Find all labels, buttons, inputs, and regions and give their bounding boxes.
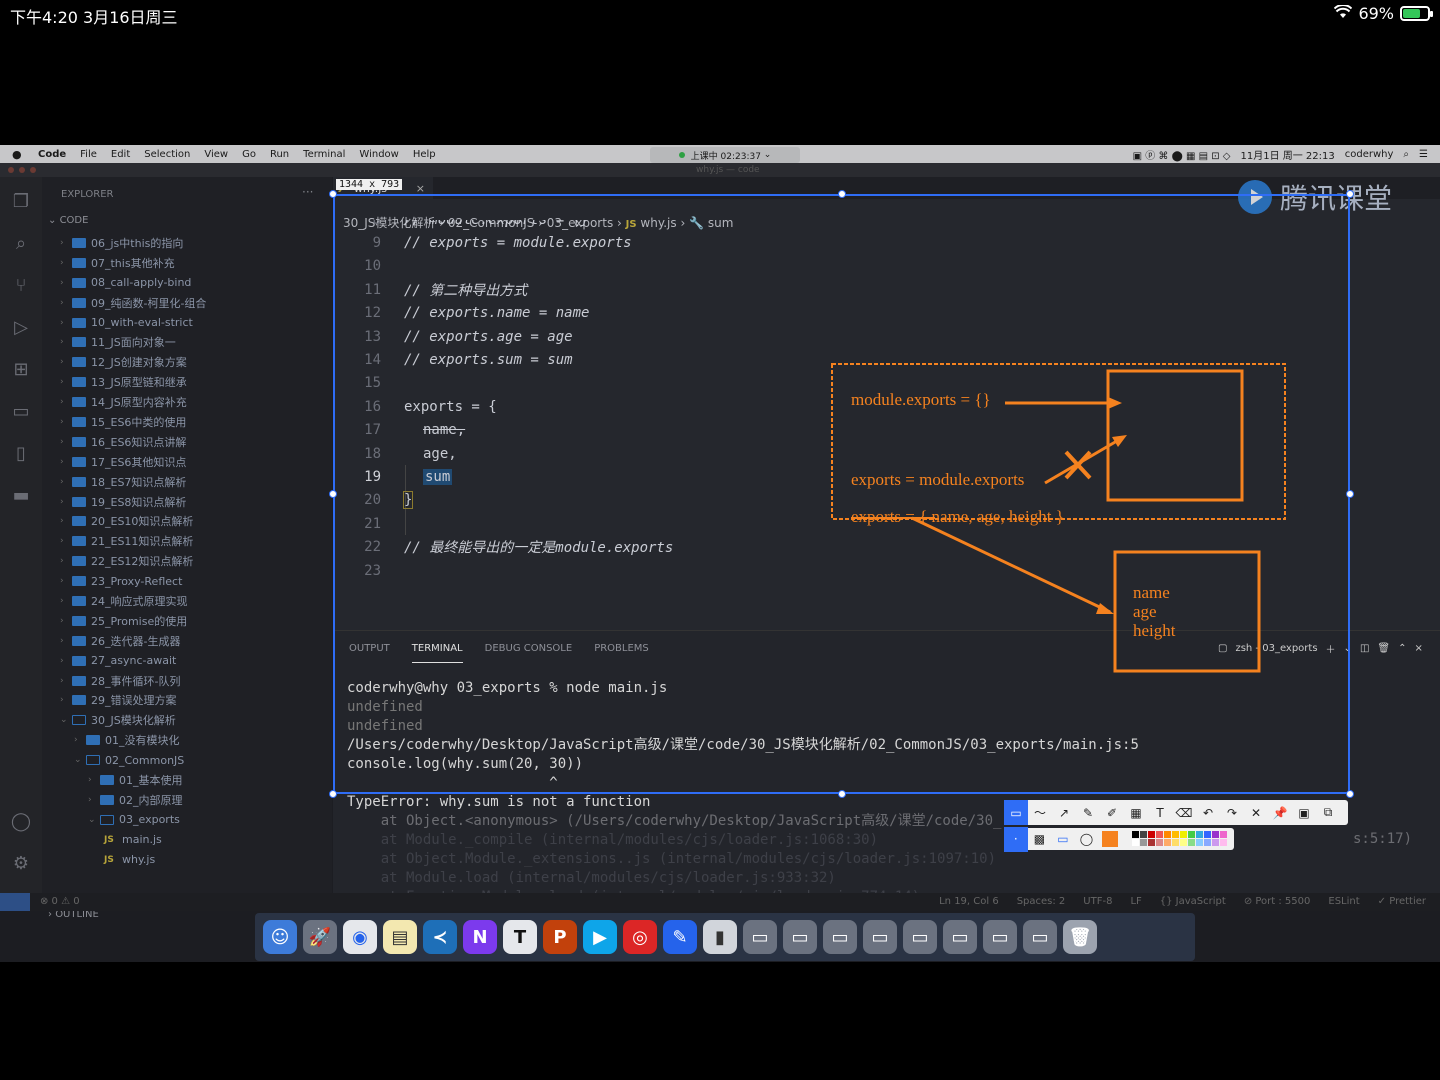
color-swatch[interactable]: [1171, 839, 1179, 846]
color-swatch[interactable]: [1203, 839, 1211, 846]
annotation-props: name age height: [1133, 583, 1176, 640]
annotation-memory-box: [1106, 369, 1244, 502]
line-tool-icon[interactable]: 〜: [1028, 800, 1052, 825]
annotation-prop-name: name: [1133, 583, 1170, 602]
annotation-exports-object: exports = { name, age, height }: [851, 507, 1064, 526]
annotation-module-exports: module.exports = {}: [851, 390, 991, 409]
color-swatch[interactable]: [1171, 831, 1179, 838]
pin-icon[interactable]: 📌: [1268, 800, 1292, 825]
redo-icon[interactable]: ↷: [1220, 800, 1244, 825]
arrow-tool-icon[interactable]: ↗: [1052, 800, 1076, 825]
color-swatch[interactable]: [1195, 839, 1203, 846]
mosaic-tool-icon[interactable]: ▦: [1124, 800, 1148, 825]
color-swatch[interactable]: [1155, 839, 1163, 846]
current-color: [1102, 831, 1119, 847]
ellipse-shape-icon[interactable]: ◯: [1075, 827, 1099, 852]
color-swatch[interactable]: [1195, 831, 1203, 838]
drawing-style-toolbar: · ▩ ▭ ◯: [1004, 826, 1234, 852]
color-swatch[interactable]: [1147, 839, 1155, 846]
current-color-swatch[interactable]: [1098, 827, 1122, 852]
color-swatch[interactable]: [1131, 831, 1139, 838]
pattern-icon[interactable]: ▩: [1028, 827, 1052, 852]
color-swatch[interactable]: [1131, 839, 1139, 846]
marker-tool-icon[interactable]: ✐: [1100, 800, 1124, 825]
wifi-icon: [1334, 4, 1353, 23]
status-right: 69%: [1334, 4, 1433, 23]
eraser-tool-icon[interactable]: ⌫: [1172, 800, 1196, 825]
annotation-prop-age: age: [1133, 602, 1157, 621]
annotation-arrowhead: [1096, 603, 1114, 614]
save-icon[interactable]: ▣: [1292, 800, 1316, 825]
pen-tool-icon[interactable]: ✎: [1076, 800, 1100, 825]
color-swatch[interactable]: [1187, 831, 1195, 838]
color-swatch[interactable]: [1179, 831, 1187, 838]
color-swatch[interactable]: [1163, 839, 1171, 846]
screen-recording: ● Code File Edit Selection View Go Run T…: [0, 145, 1440, 962]
color-swatch[interactable]: [1219, 831, 1227, 838]
battery-percent: 69%: [1358, 4, 1394, 23]
rectangle-tool-icon[interactable]: ▭: [1004, 800, 1028, 825]
ipad-status-bar: 下午4:20 3月16日周三 69%: [0, 0, 1440, 28]
color-swatch[interactable]: [1203, 831, 1211, 838]
color-swatch[interactable]: [1187, 839, 1195, 846]
color-swatch[interactable]: [1139, 839, 1147, 846]
undo-icon[interactable]: ↶: [1196, 800, 1220, 825]
annotation-dashed-box: [831, 363, 1286, 520]
battery-fill: [1403, 9, 1420, 18]
battery-icon: [1400, 6, 1433, 21]
annotation-exports-assign: exports = module.exports: [851, 470, 1025, 489]
color-palette[interactable]: [1131, 831, 1234, 847]
color-swatch[interactable]: [1179, 839, 1187, 846]
annotation-arrow: [911, 516, 1111, 614]
annotation-arrowhead: [1108, 397, 1122, 409]
text-tool-icon[interactable]: T: [1148, 800, 1172, 825]
copy-icon[interactable]: ⧉: [1316, 800, 1340, 825]
annotation-prop-height: height: [1133, 621, 1176, 640]
drawing-toolbar: ▭ 〜 ↗ ✎ ✐ ▦ T ⌫ ↶ ↷ ✕ 📌 ▣ ⧉: [1004, 800, 1348, 825]
color-swatch[interactable]: [1147, 831, 1155, 838]
stroke-size-icon[interactable]: ·: [1004, 826, 1028, 852]
color-swatch[interactable]: [1155, 831, 1163, 838]
color-swatch[interactable]: [1163, 831, 1171, 838]
cancel-icon[interactable]: ✕: [1244, 800, 1268, 825]
color-swatch[interactable]: [1211, 839, 1219, 846]
rectangle-shape-icon[interactable]: ▭: [1051, 827, 1075, 852]
color-swatch[interactable]: [1211, 831, 1219, 838]
color-swatch[interactable]: [1219, 839, 1227, 846]
color-swatch[interactable]: [1139, 831, 1147, 838]
clock: 下午4:20 3月16日周三: [10, 8, 178, 27]
